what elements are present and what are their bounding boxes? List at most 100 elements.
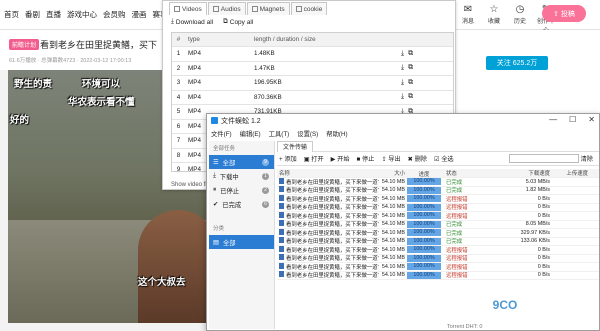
upload-icon: ⇧ [553,10,559,18]
toolbar-button[interactable]: ⇪ 导出 [381,154,400,163]
row-size: 1.48KB [254,50,275,58]
menu-item[interactable]: 工具(T) [269,129,290,138]
side-header: 全部任务 [213,146,236,152]
toolbar-button[interactable]: ▶ 开始 [331,154,350,163]
task-row[interactable]: 看到老乡在田里捉黄鳝，买下来做一道'鲜... 54.10 MB 100.00% 远程报… [277,262,599,272]
tab-cookie[interactable]: cookie [290,2,328,15]
tab-videos[interactable]: Videos [169,2,207,15]
task-row[interactable]: 看到老乡在田里捉黄鳝，买下来做一道'鲜... 54.10 MB 100.00% 远程报… [277,194,599,204]
nav-icon: ✉ [463,4,473,15]
nav-icon-label: 历史 [513,19,526,25]
watermark-logo: 9CO [478,288,532,322]
toolbar: + 添加 ▣ 打开 ▶ 开始 ■ 停止 ⇪ 导出 ✖ 删除 ☑ 全选 清除 [277,152,599,166]
upload-button[interactable]: ⇧ 投稿 [542,5,586,22]
download-icon[interactable]: ⤓ [401,50,404,58]
row-index: 2 [176,64,181,72]
column-header: 上传速度 [566,171,588,177]
download-icon[interactable]: ⤓ [401,93,404,101]
folder-icon: ▤ [213,238,219,246]
task-size: 54.10 MB [381,195,405,202]
close-icon[interactable]: ✕ [588,115,595,124]
toolbar-button[interactable]: ▣ 打开 [304,154,324,163]
sidebar-item-category[interactable]: ▤ 全部 [209,235,274,249]
search-clear-button[interactable]: 清除 [581,154,593,163]
task-row[interactable]: 看到老乡在田里捉黄鳝，买下来做一道'鲜... 54.10 MB 100.00% 已完成… [277,186,599,195]
task-size: 54.10 MB [381,246,405,253]
nav-link[interactable]: 会员购 [103,9,126,20]
menu-item[interactable]: 设置(S) [297,129,318,138]
nav-link[interactable]: 游戏中心 [67,9,97,20]
file-icon [279,194,284,201]
progress-bar: 100.00% [407,263,441,271]
sidebar-label: 下载中 [219,173,239,181]
sidebar-item[interactable]: ☰ 全部 9 [209,155,274,169]
copy-icon[interactable]: ⧉ [408,79,413,87]
copy-icon[interactable]: ⧉ [408,64,413,72]
file-icon [279,245,284,252]
download-icon[interactable]: ⤓ [401,79,404,87]
task-status: 已完成 [446,230,463,237]
task-row[interactable]: 看到老乡在田里捉黄鳝，买下来做一道'鲜... 54.10 MB 100.00% 已完成… [277,228,599,238]
sidebar-item[interactable]: ⏸ 已停止 2 [209,183,274,197]
task-row[interactable]: 看到老乡在田里捉黄鳝，买下来做一道'鲜... 54.10 MB 100.00% 远程报… [277,203,599,212]
sidebar-item[interactable]: ⤓ 下载中 1 [209,169,274,183]
tab-audios[interactable]: Audios [207,2,246,15]
task-name: 看到老乡在田里捉黄鳝，买下来做一道'鲜... [277,228,379,237]
tab-magnets[interactable]: Magnets [246,2,290,15]
progress-bar: 100.00% [407,254,441,262]
task-speed: 329.97 KB/s [520,229,550,236]
sniffer-actions: ⤓ Download all ⧉ Copy all [171,18,253,26]
menu-item[interactable]: 文件(F) [211,129,232,138]
download-all-button[interactable]: ⤓ Download all [171,18,213,26]
download-icon[interactable]: ⤓ [401,64,404,72]
task-row[interactable]: 看到老乡在田里捉黄鳝，买下来做一道'鲜... 54.10 MB 100.00% 远程报… [277,211,599,221]
task-row[interactable]: 看到老乡在田里捉黄鳝，买下来做一道'鲜... 54.10 MB 100.00% 远程报… [277,271,599,280]
tab-label: cookie [303,5,323,13]
menu-item[interactable]: 编辑(E) [240,129,261,138]
tab-file-transfer[interactable]: 文件传输 [277,141,314,152]
toolbar-button[interactable]: ■ 停止 [357,154,375,163]
tab-icon [295,6,302,12]
sidebar-icon: ⤓ [213,172,216,179]
task-status: 远程报错 [446,205,468,212]
file-icon [279,186,284,193]
table-row: 1 MP4 1.48KB ⤓ ⧉ [172,47,453,62]
nav-link[interactable]: 番剧 [25,9,40,20]
task-speed: 5.03 MB/s [525,178,550,185]
task-status: 远程报错 [446,273,468,280]
subtitle-text: 好的 [10,115,30,126]
task-row[interactable]: 看到老乡在田里捉黄鳝，买下来做一道'鲜... 54.10 MB 100.00% 远程报… [277,254,599,263]
task-main: 文件传输 + 添加 ▣ 打开 ▶ 开始 ■ 停止 ⇪ 导出 ✖ 删除 ☑ 全选 清除 名称 大小… [277,141,599,329]
copy-icon[interactable]: ⧉ [408,93,413,101]
task-row[interactable]: 看到老乡在田里捉黄鳝，买下来做一道'鲜... 54.10 MB 100.00% 已完成… [277,237,599,246]
nav-link[interactable]: 漫画 [132,9,147,20]
progress-bar: 100.00% [407,237,441,245]
follow-button[interactable]: 关注 625.2万 [486,56,548,70]
task-row[interactable]: 看到老乡在田里捉黄鳝，买下来做一道'鲜... 54.10 MB 100.00% 已完成… [277,177,599,187]
side-items: ☰ 全部 9 ⤓ 下载中 1 ⏸ 已停止 2 ✔ 已完成 6 [209,155,274,211]
copy-icon[interactable]: ⧉ [408,50,413,58]
maximize-icon[interactable]: ☐ [569,115,576,124]
grid-header: 名称 大小 进度 状态 下载速度 上传速度 [277,169,599,178]
toolbar-button[interactable]: ✖ 删除 [408,154,427,163]
progress-bar: 100.00% [407,195,441,203]
task-status: 已完成 [446,188,463,195]
window-controls: — ☐ ✕ [549,115,595,124]
toolbar-button[interactable]: + 添加 [279,154,297,163]
search-input[interactable] [508,154,579,163]
copy-all-button[interactable]: ⧉ Copy all [223,18,253,26]
task-name-text: 看到老乡在田里捉黄鳝，买下来做一道'鲜... [286,247,379,254]
menu-item[interactable]: 帮助(H) [326,129,347,138]
minimize-icon[interactable]: — [549,115,557,124]
row-index: 3 [176,79,181,87]
nav-link[interactable]: 直播 [46,9,61,20]
toolbar-button[interactable]: ☑ 全选 [434,154,454,163]
task-size: 54.10 MB [381,212,405,219]
progress-bar: 100.00% [407,220,441,228]
task-row[interactable]: 看到老乡在田里捉黄鳝，买下来做一道'鲜... 54.10 MB 100.00% 已完成… [277,220,599,229]
nav-link[interactable]: 首页 [4,9,19,20]
task-speed: 8.05 MB/s [525,221,550,228]
task-row[interactable]: 看到老乡在田里捉黄鳝，买下来做一道'鲜... 54.10 MB 100.00% 远程报… [277,245,599,255]
sidebar-item[interactable]: ✔ 已完成 6 [209,197,274,211]
tab-label: Videos [182,5,202,13]
